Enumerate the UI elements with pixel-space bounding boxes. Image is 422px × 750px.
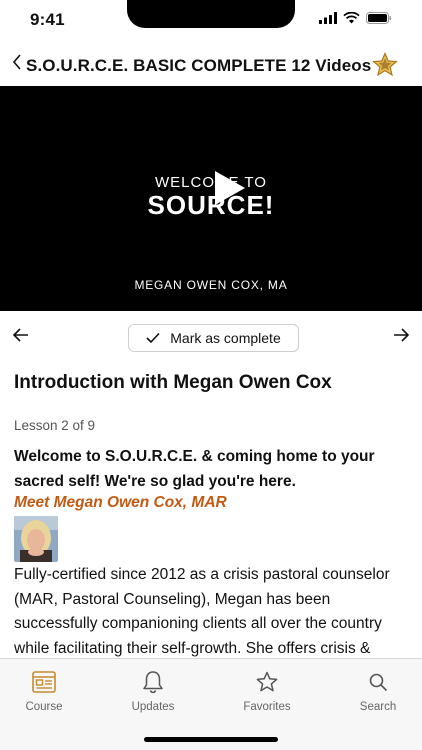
lesson-title: Introduction with Megan Owen Cox <box>14 372 332 393</box>
home-indicator <box>144 737 278 742</box>
instructor-bio: Fully-certified since 2012 as a crisis p… <box>14 566 390 657</box>
video-source-text: SOURCE! <box>147 190 275 220</box>
lesson-navigation: Mark as complete <box>0 320 422 356</box>
tab-updates-label: Updates <box>131 701 175 713</box>
star-icon <box>256 671 278 692</box>
tab-course[interactable]: Course <box>4 669 84 713</box>
tab-search[interactable]: Search <box>338 669 418 713</box>
mark-complete-button[interactable]: Mark as complete <box>128 324 299 352</box>
arrow-left-icon[interactable] <box>12 326 30 344</box>
course-title: S.O.U.R.C.E. BASIC COMPLETE 12 Videos <box>26 56 372 75</box>
tab-search-label: Search <box>359 701 397 713</box>
tab-favorites[interactable]: Favorites <box>227 669 307 713</box>
mark-complete-label: Mark as complete <box>170 330 281 346</box>
lesson-count: Lesson 2 of 9 <box>14 418 96 433</box>
play-icon[interactable] <box>213 169 247 207</box>
video-welcome-text: WELCOME TO <box>155 174 267 191</box>
status-bar: 9:41 <box>0 0 422 44</box>
battery-icon <box>366 12 392 24</box>
search-icon <box>369 673 388 692</box>
tab-course-label: Course <box>25 701 63 713</box>
tab-updates[interactable]: Updates <box>113 669 193 713</box>
chevron-left-icon[interactable] <box>12 52 22 77</box>
status-time: 9:41 <box>30 10 65 29</box>
checkmark-icon <box>146 332 160 344</box>
nav-header: S.O.U.R.C.E. BASIC COMPLETE 12 Videos <box>0 48 422 84</box>
course-icon <box>32 671 56 693</box>
star-badge-icon <box>372 52 398 77</box>
arrow-right-icon[interactable] <box>392 326 410 344</box>
lesson-intro: Welcome to S.O.U.R.C.E. & coming home to… <box>14 448 375 490</box>
avatar <box>14 516 58 562</box>
bell-icon <box>143 671 163 694</box>
wifi-icon <box>343 12 360 24</box>
video-credit-text: MEGAN OWEN COX, MA <box>134 278 288 292</box>
video-player[interactable]: WELCOME TO SOURCE! MEGAN OWEN COX, MA <box>0 86 422 311</box>
tab-favorites-label: Favorites <box>243 701 291 713</box>
signal-icon <box>319 12 337 24</box>
device-notch <box>127 0 295 28</box>
meet-instructor-link[interactable]: Meet Megan Owen Cox, MAR <box>14 494 227 512</box>
status-icons <box>319 12 392 24</box>
